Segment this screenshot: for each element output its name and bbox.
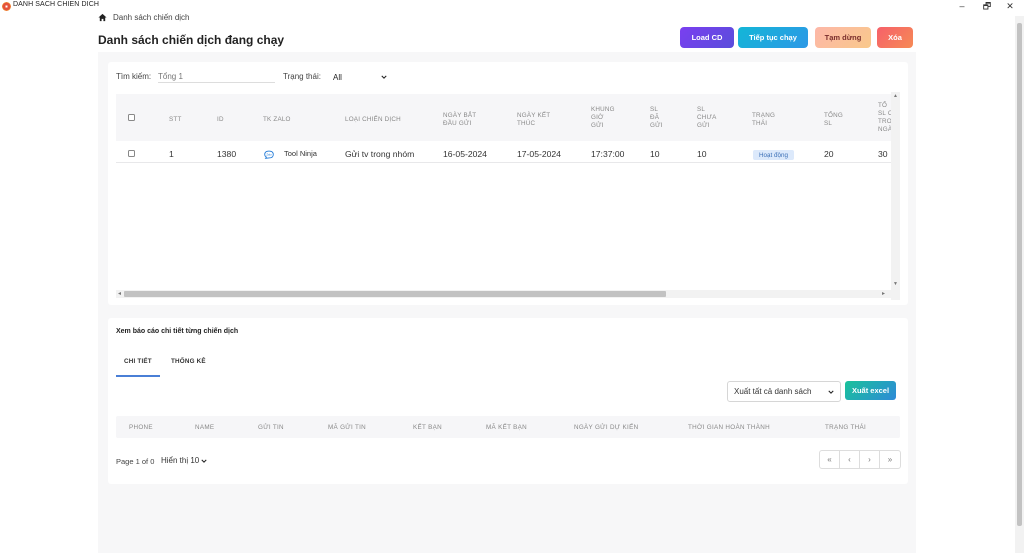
svg-text:Zalo: Zalo <box>266 153 272 157</box>
horizontal-scroll-thumb[interactable] <box>124 291 666 297</box>
cell-unsent-count: 10 <box>697 149 707 159</box>
page-vertical-scrollbar[interactable] <box>1015 16 1024 553</box>
page-info: Page 1 of 0 <box>116 457 155 466</box>
cell-sent-count: 10 <box>650 149 660 159</box>
report-header-send-code[interactable]: MÃ GỬI TIN <box>328 424 366 431</box>
row-checkbox[interactable] <box>128 150 135 157</box>
restore-button[interactable]: 🗗 <box>975 0 999 14</box>
select-all-checkbox[interactable] <box>128 114 135 121</box>
report-header-friend[interactable]: KẾT BẠN <box>413 424 442 431</box>
tab-detail[interactable]: CHI TIẾT <box>124 358 152 365</box>
page-title: Danh sách chiến dịch đang chạy <box>98 33 285 47</box>
report-header-name[interactable]: NAME <box>195 424 214 431</box>
scroll-left-arrow-icon[interactable]: ◂ <box>118 290 121 297</box>
cell-id: 1380 <box>217 149 237 159</box>
prev-page-button[interactable]: ‹ <box>840 451 860 468</box>
header-unsent-count[interactable]: SL CHƯA GỬI <box>697 106 716 130</box>
window-titlebar: DANH SACH CHIEN DICH – 🗗 ✕ <box>0 0 1024 14</box>
window-title: DANH SACH CHIEN DICH <box>13 1 100 8</box>
header-status[interactable]: TRẠNG THÁI <box>752 112 775 128</box>
minimize-button[interactable]: – <box>950 0 974 14</box>
chevron-down-icon <box>828 390 834 394</box>
continue-button[interactable]: Tiếp tục chạy <box>738 27 808 48</box>
row-divider <box>116 162 891 163</box>
cell-campaign-type: Gửi tv trong nhóm <box>345 149 415 159</box>
report-header-sent[interactable]: GỬI TIN <box>258 424 284 431</box>
cell-stt: 1 <box>169 149 174 159</box>
first-page-button[interactable]: « <box>820 451 840 468</box>
scroll-up-arrow-icon[interactable]: ▲ <box>893 93 898 99</box>
table-vertical-scrollbar[interactable]: ▲ ▼ <box>891 92 900 300</box>
cell-tk-zalo: Tool Ninja <box>284 149 317 158</box>
next-page-button[interactable]: › <box>860 451 880 468</box>
pause-button[interactable]: Tạm dừng <box>815 27 871 48</box>
report-header-expected-date[interactable]: NGÀY GỬI DỰ KIẾN <box>574 424 638 431</box>
export-excel-button[interactable]: Xuất excel <box>845 381 896 400</box>
report-header-status[interactable]: TRẠNG THÁI <box>825 424 866 431</box>
pagination: « ‹ › » <box>819 450 901 469</box>
header-end-date[interactable]: NGÀY KẾT THÚC <box>517 112 550 128</box>
status-filter-value: All <box>333 72 342 82</box>
header-sent-count[interactable]: SL ĐÃ GỬI <box>650 106 663 130</box>
status-filter-select[interactable]: All <box>333 71 387 83</box>
report-title: Xem báo cáo chi tiết từng chiến dịch <box>116 328 239 335</box>
zalo-icon: Zalo <box>264 150 274 159</box>
chevron-down-icon <box>201 459 207 463</box>
page-size-select[interactable]: Hiển thị 10 <box>161 456 207 465</box>
search-label: Tìm kiếm: <box>116 72 152 81</box>
cell-start-date: 16-05-2024 <box>443 149 487 159</box>
close-button[interactable]: ✕ <box>998 0 1022 14</box>
cell-extra: 30 <box>878 149 888 159</box>
report-header-completed-time[interactable]: THỜI GIAN HOÀN THÀNH <box>688 424 770 431</box>
header-stt[interactable]: STT <box>169 116 182 124</box>
status-badge: Hoạt động <box>753 150 795 160</box>
tab-statistics[interactable]: THỐNG KÊ <box>171 358 206 365</box>
home-icon[interactable] <box>98 13 107 22</box>
header-tk-zalo[interactable]: TK ZALO <box>263 116 291 124</box>
app-logo-icon <box>2 2 11 11</box>
scroll-right-arrow-icon[interactable]: ▸ <box>882 290 885 297</box>
search-input[interactable] <box>158 70 275 83</box>
header-start-date[interactable]: NGÀY BẮT ĐẦU GỬI <box>443 112 476 128</box>
last-page-button[interactable]: » <box>880 451 900 468</box>
report-header-phone[interactable]: PHONE <box>129 424 153 431</box>
chevron-down-icon <box>381 75 387 79</box>
scroll-down-arrow-icon[interactable]: ▼ <box>893 281 898 287</box>
active-tab-indicator <box>116 375 160 377</box>
load-campaign-button[interactable]: Load CD <box>680 27 734 48</box>
header-total[interactable]: TỔNG SL <box>824 112 843 128</box>
header-send-frame[interactable]: KHUNG GIỜ GỬI <box>591 106 615 130</box>
report-header-friend-code[interactable]: MÃ KẾT BẠN <box>486 424 527 431</box>
header-id[interactable]: ID <box>217 116 224 124</box>
page-size-value: Hiển thị 10 <box>161 456 200 465</box>
campaign-table: STT ID TK ZALO LOẠI CHIẾN DỊCH NGÀY BẮT Đ… <box>116 92 901 300</box>
header-campaign-type[interactable]: LOẠI CHIẾN DỊCH <box>345 116 401 124</box>
cell-total: 20 <box>824 149 834 159</box>
breadcrumb: Danh sách chiến dịch <box>98 13 190 22</box>
breadcrumb-current: Danh sách chiến dịch <box>113 13 190 22</box>
status-filter-label: Trạng thái: <box>283 72 321 81</box>
page-scroll-thumb[interactable] <box>1017 23 1022 526</box>
table-horizontal-scrollbar[interactable]: ◂ ▸ <box>116 290 891 298</box>
cell-end-date: 17-05-2024 <box>517 149 561 159</box>
export-option-select[interactable]: Xuất tất cả danh sách <box>727 381 841 402</box>
export-option-value: Xuất tất cả danh sách <box>734 387 812 396</box>
cell-send-frame: 17:37:00 <box>591 149 625 159</box>
delete-button[interactable]: Xóa <box>877 27 913 48</box>
